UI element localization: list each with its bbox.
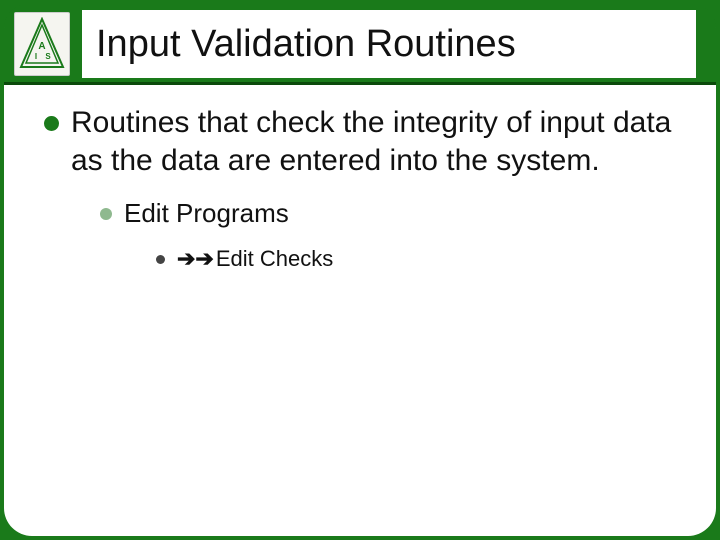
slide-title: Input Validation Routines bbox=[82, 10, 696, 78]
arrow-right-icon: ➔➔ bbox=[177, 245, 214, 274]
bullet-text-lvl3-label: Edit Checks bbox=[216, 246, 333, 271]
slide-frame: A I S Input Validation Routines Routines… bbox=[4, 4, 716, 536]
bullet-dot-lvl3-icon bbox=[156, 255, 165, 264]
bullet-dot-lvl1-icon bbox=[44, 116, 59, 131]
title-text: Input Validation Routines bbox=[96, 23, 516, 66]
svg-text:A: A bbox=[38, 41, 45, 52]
svg-text:S: S bbox=[45, 52, 51, 61]
bullet-dot-lvl2-icon bbox=[100, 208, 112, 220]
bullet-text-lvl3: ➔➔Edit Checks bbox=[177, 245, 333, 274]
ais-triangle-icon: A I S bbox=[19, 17, 65, 71]
bullet-level-2: Edit Programs bbox=[100, 197, 686, 231]
logo-ais: A I S bbox=[14, 12, 70, 76]
bullet-text-lvl2: Edit Programs bbox=[124, 197, 289, 231]
bullet-level-3: ➔➔Edit Checks bbox=[156, 245, 686, 274]
header-underline bbox=[4, 82, 716, 85]
svg-text:I: I bbox=[35, 52, 37, 61]
bullet-text-lvl1: Routines that check the integrity of inp… bbox=[71, 104, 686, 179]
slide-content: Routines that check the integrity of inp… bbox=[44, 104, 686, 516]
bullet-level-1: Routines that check the integrity of inp… bbox=[44, 104, 686, 179]
